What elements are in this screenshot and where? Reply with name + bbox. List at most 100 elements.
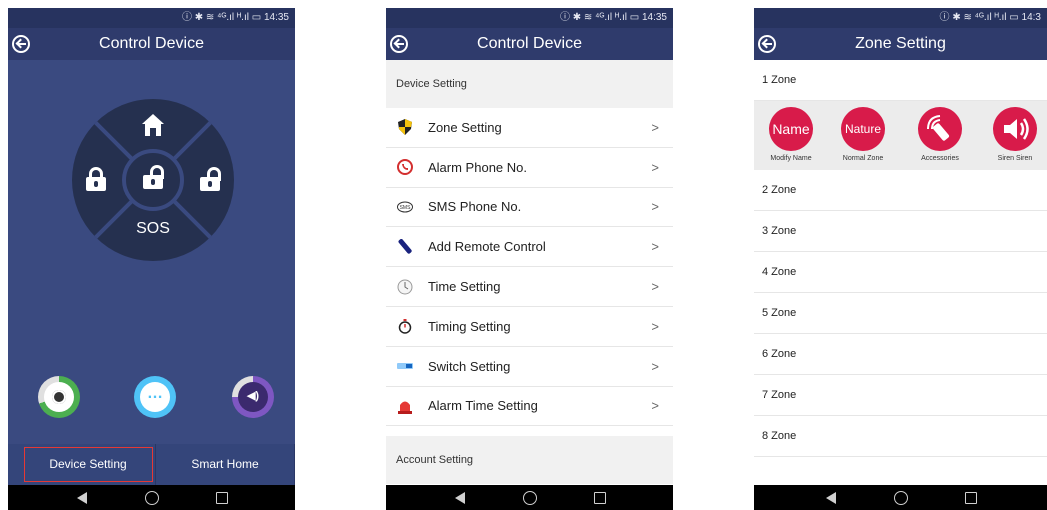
center-button[interactable] bbox=[122, 149, 184, 211]
nav-back-button[interactable] bbox=[74, 490, 90, 506]
chevron-right-icon: > bbox=[651, 199, 659, 215]
menu-label: Zone Setting bbox=[428, 119, 502, 135]
back-triangle-icon bbox=[454, 491, 465, 504]
menu-item-zone-setting[interactable]: Zone Setting > bbox=[386, 108, 673, 148]
zone-row[interactable]: 4 Zone bbox=[754, 252, 1047, 293]
nav-home-button[interactable] bbox=[893, 490, 909, 506]
recent-square-icon bbox=[964, 491, 977, 504]
nav-back-button[interactable] bbox=[823, 490, 839, 506]
back-triangle-icon bbox=[825, 491, 836, 504]
menu-item-switch-setting[interactable]: Switch Setting > bbox=[386, 347, 673, 387]
menu-label: Timing Setting bbox=[428, 318, 511, 334]
status-bar: ⓘ ✱ ≋ ⁴ᴳ.ıl ᴴ.ıl ▭ 14:35 bbox=[8, 8, 295, 28]
menu-label: Alarm Time Setting bbox=[428, 398, 538, 414]
menu-item-add-remote[interactable]: Add Remote Control > bbox=[386, 227, 673, 268]
title-bar: Zone Setting bbox=[754, 28, 1047, 60]
clock-icon bbox=[396, 278, 414, 296]
zone-row[interactable]: 2 Zone bbox=[754, 170, 1047, 211]
status-time: 14:35 bbox=[263, 12, 289, 23]
sos-button[interactable]: SOS bbox=[72, 220, 234, 238]
back-triangle-icon bbox=[76, 491, 87, 504]
siren-icon bbox=[396, 397, 414, 415]
remote-signal-icon bbox=[918, 107, 962, 151]
menu-item-alarm-phone[interactable]: Alarm Phone No. > bbox=[386, 148, 673, 188]
status-time: 14:35 bbox=[641, 12, 667, 23]
nav-recent-button[interactable] bbox=[592, 490, 608, 506]
chevron-right-icon: > bbox=[651, 318, 659, 334]
tool-label: Accessories bbox=[921, 155, 959, 162]
disarm-lock-icon[interactable] bbox=[200, 167, 221, 191]
menu-label: Time Setting bbox=[428, 279, 501, 295]
message-button[interactable] bbox=[134, 376, 176, 418]
zone-row[interactable]: 3 Zone bbox=[754, 211, 1047, 252]
nav-recent-button[interactable] bbox=[963, 490, 979, 506]
modify-name-tool[interactable]: Name Modify Name bbox=[762, 107, 820, 162]
page-title: Control Device bbox=[99, 35, 204, 52]
nav-recent-button[interactable] bbox=[214, 490, 230, 506]
chevron-right-icon: > bbox=[651, 398, 659, 414]
zone-row[interactable]: 1 Zone bbox=[754, 60, 1047, 101]
arm-lock-icon[interactable] bbox=[86, 167, 106, 191]
speaker-icon bbox=[238, 382, 268, 412]
home-circle-icon bbox=[522, 490, 537, 505]
zone-tools: Name Modify Name Nature Normal Zone Acce… bbox=[754, 101, 1047, 170]
zone-row[interactable]: 6 Zone bbox=[754, 334, 1047, 375]
chevron-right-icon: > bbox=[651, 239, 659, 255]
tab-device-setting[interactable]: Device Setting bbox=[21, 444, 156, 485]
status-bar: ⓘ ✱ ≋ ⁴ᴳ.ıl ᴴ.ıl ▭ 14:3 bbox=[754, 8, 1047, 28]
title-bar: Control Device bbox=[8, 28, 295, 60]
status-icons: ⓘ ✱ ≋ ⁴ᴳ.ıl ᴴ.ıl ▭ bbox=[559, 12, 640, 23]
menu-label: Alarm Phone No. bbox=[428, 159, 527, 175]
status-icons: ⓘ ✱ ≋ ⁴ᴳ.ıl ᴴ.ıl ▭ bbox=[939, 12, 1019, 23]
unlock-icon bbox=[143, 165, 164, 189]
tool-label: Modify Name bbox=[770, 155, 812, 162]
android-nav-bar bbox=[386, 485, 673, 510]
control-device-panel: ⓘ ✱ ≋ ⁴ᴳ.ıl ᴴ.ıl ▭ 14:35 Control Device … bbox=[8, 8, 295, 510]
tool-label: Normal Zone bbox=[842, 155, 884, 162]
nature-badge: Nature bbox=[841, 107, 885, 151]
speaker-button[interactable] bbox=[232, 376, 274, 418]
shield-icon bbox=[396, 118, 414, 136]
section-header-account: Account Setting bbox=[386, 436, 673, 484]
speaker-icon bbox=[993, 107, 1037, 151]
chevron-right-icon: > bbox=[651, 119, 659, 135]
menu-label: Add Remote Control bbox=[428, 239, 546, 255]
page-title: Control Device bbox=[477, 35, 582, 52]
chevron-right-icon: > bbox=[651, 159, 659, 175]
nav-home-button[interactable] bbox=[522, 490, 538, 506]
recent-square-icon bbox=[215, 491, 228, 504]
name-badge: Name bbox=[769, 107, 813, 151]
menu-item-alarm-time-setting[interactable]: Alarm Time Setting > bbox=[386, 387, 673, 427]
nav-home-button[interactable] bbox=[144, 490, 160, 506]
camera-button[interactable] bbox=[38, 376, 80, 418]
status-icons: ⓘ ✱ ≋ ⁴ᴳ.ıl ᴴ.ıl ▭ bbox=[181, 12, 262, 23]
home-circle-icon bbox=[893, 490, 908, 505]
accessories-tool[interactable]: Accessories bbox=[911, 107, 969, 162]
tab-smart-home[interactable]: Smart Home bbox=[156, 444, 295, 485]
camera-icon bbox=[44, 382, 74, 412]
stopwatch-icon bbox=[396, 317, 414, 335]
menu-label: SMS Phone No. bbox=[428, 199, 522, 215]
sms-icon: SMS bbox=[396, 198, 414, 216]
title-bar: Control Device bbox=[386, 28, 673, 60]
home-circle-icon bbox=[144, 490, 159, 505]
menu-label: Switch Setting bbox=[428, 358, 511, 374]
menu-item-sms-phone[interactable]: SMS SMS Phone No. > bbox=[386, 188, 673, 228]
nav-back-button[interactable] bbox=[452, 490, 468, 506]
phone-icon bbox=[396, 158, 414, 176]
zone-row[interactable]: 5 Zone bbox=[754, 293, 1047, 334]
zone-row[interactable]: 7 Zone bbox=[754, 375, 1047, 416]
tool-label: Siren Siren bbox=[997, 155, 1033, 162]
zone-setting-panel: ⓘ ✱ ≋ ⁴ᴳ.ıl ᴴ.ıl ▭ 14:3 Zone Setting 1 Z… bbox=[754, 8, 1047, 510]
menu-item-timing-setting[interactable]: Timing Setting > bbox=[386, 307, 673, 347]
zone-row[interactable]: 8 Zone bbox=[754, 416, 1047, 457]
home-icon[interactable] bbox=[142, 114, 164, 136]
normal-zone-tool[interactable]: Nature Normal Zone bbox=[834, 107, 892, 162]
menu-item-time-setting[interactable]: Time Setting > bbox=[386, 267, 673, 307]
svg-text:SMS: SMS bbox=[400, 205, 412, 211]
remote-icon bbox=[396, 238, 414, 256]
siren-tool[interactable]: Siren Siren bbox=[986, 107, 1044, 162]
chevron-right-icon: > bbox=[651, 358, 659, 374]
switch-icon bbox=[396, 357, 414, 375]
status-bar: ⓘ ✱ ≋ ⁴ᴳ.ıl ᴴ.ıl ▭ 14:35 bbox=[386, 8, 673, 28]
